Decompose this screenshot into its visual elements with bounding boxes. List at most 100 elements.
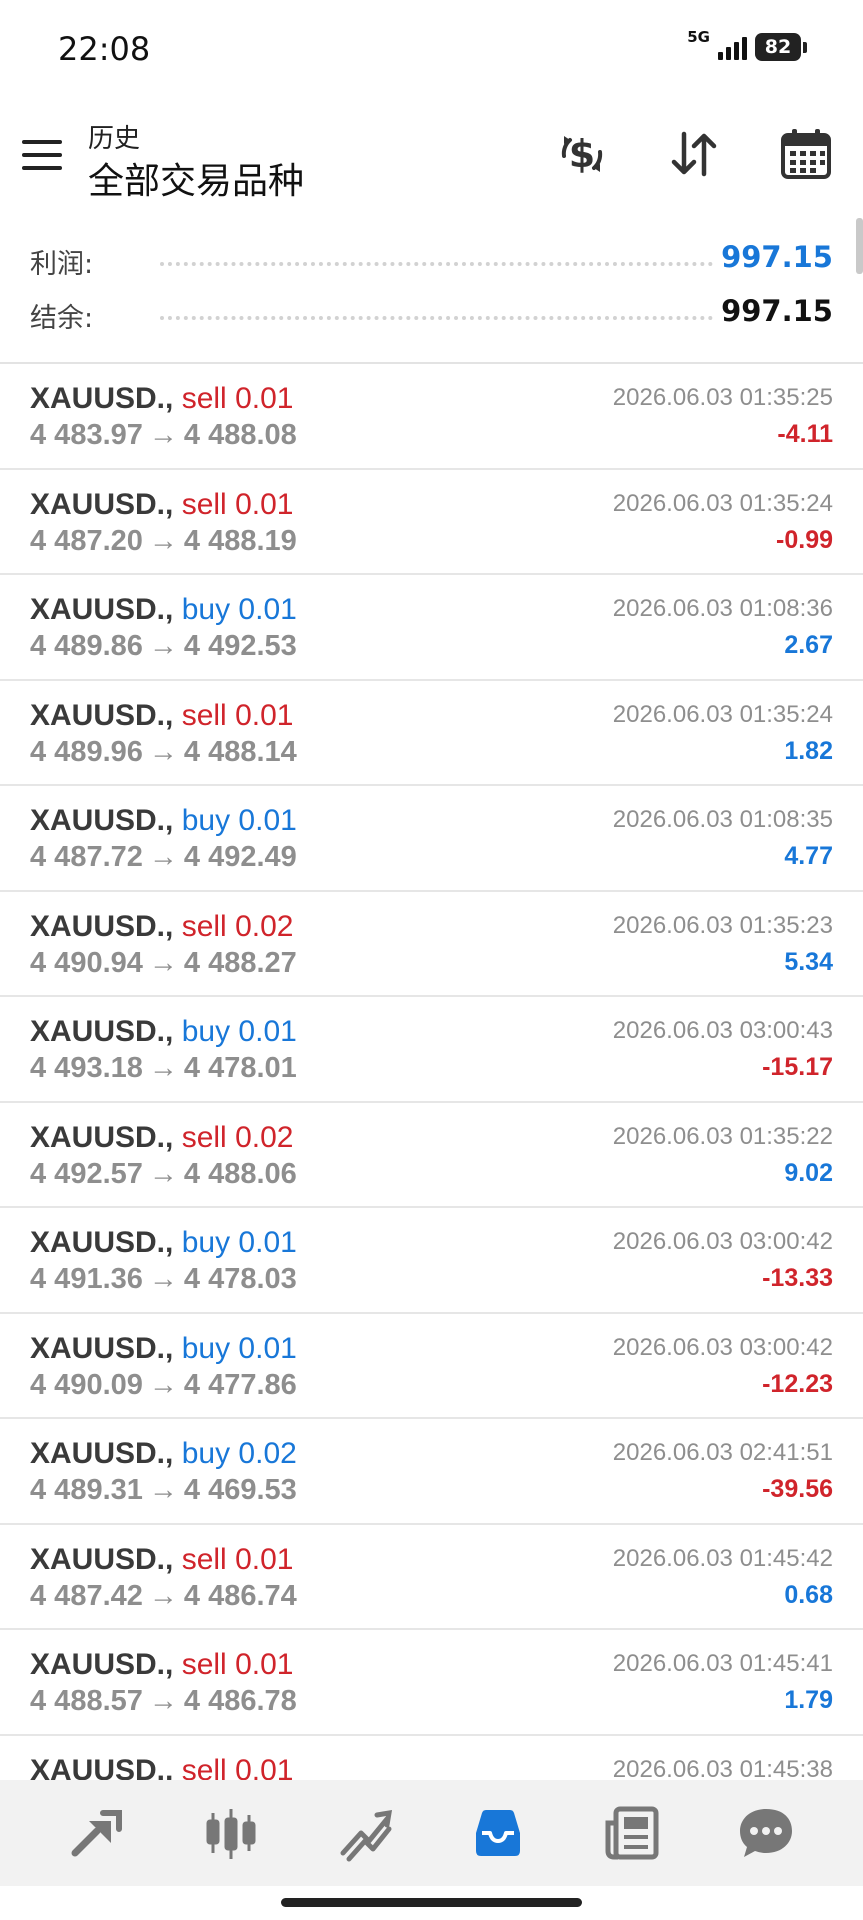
trade-row[interactable]: XAUUSD., buy 0.01 4 487.72 → 4 492.49 2026.0… (0, 786, 863, 892)
currency-exchange-icon[interactable]: $ (552, 124, 612, 184)
trade-history-list[interactable]: XAUUSD., sell 0.01 4 483.97 → 4 488.08 2026.… (0, 364, 863, 1780)
open-price: 4 483.97 (30, 419, 143, 451)
trade-time: 2026.06.03 01:35:24 (612, 489, 833, 517)
home-indicator[interactable] (281, 1898, 582, 1907)
trade-direction: buy (181, 1437, 231, 1470)
sort-icon[interactable] (664, 124, 724, 184)
trade-time: 2026.06.03 01:35:24 (612, 700, 833, 728)
candlestick-icon (206, 1809, 256, 1859)
chart-lines-icon (340, 1809, 392, 1862)
trade-volume: 0.01 (238, 1226, 297, 1259)
open-price: 4 489.96 (30, 735, 143, 768)
trade-row[interactable]: XAUUSD., sell 0.02 4 492.57 → 4 488.06 2026.… (0, 1103, 863, 1208)
arrow-right-icon: → (148, 1052, 178, 1084)
close-price: 4 478.03 (183, 1263, 297, 1295)
trade-time: 2026.06.03 03:00:42 (612, 1333, 833, 1361)
news-icon (605, 1806, 659, 1860)
trade-row[interactable]: XAUUSD., buy 0.01 4 489.86 → 4 492.53 2026.0… (0, 575, 863, 681)
trade-profit: -13.33 (762, 1264, 833, 1292)
app-bar: 历史 全部交易品种 $ (0, 108, 863, 208)
trade-row[interactable]: XAUUSD., sell 0.01 4 487.42 → 4 486.74 2026.… (0, 1525, 863, 1630)
trade-profit: -12.23 (762, 1369, 833, 1398)
close-price: 4 477.86 (183, 1368, 297, 1401)
trade-symbol: XAUUSD., sell 0.01 (30, 382, 293, 416)
trade-time: 2026.06.03 02:41:51 (612, 1439, 833, 1466)
trade-direction: sell (181, 1542, 227, 1576)
trade-time: 2026.06.03 03:00:43 (612, 1017, 833, 1044)
trade-row[interactable]: XAUUSD., buy 0.01 4 493.18 → 4 478.01 2026.0… (0, 997, 863, 1103)
trade-row[interactable]: XAUUSD., buy 0.01 4 491.36 → 4 478.03 2026.0… (0, 1208, 863, 1314)
close-price: 4 492.53 (183, 630, 297, 662)
trade-profit: 5.34 (784, 947, 833, 976)
balance-value: 997.15 (721, 294, 833, 328)
trade-profit: 4.77 (784, 842, 833, 870)
trade-row[interactable]: XAUUSD., sell 0.01 2026.06.03 01:45:38 (0, 1736, 863, 1781)
trade-volume: 0.01 (235, 1648, 294, 1681)
arrow-right-icon: → (148, 946, 178, 979)
nav-quotes[interactable] (186, 1788, 276, 1878)
trade-direction: buy (181, 1331, 231, 1365)
trade-row[interactable]: XAUUSD., sell 0.01 4 483.97 → 4 488.08 2026.… (0, 364, 863, 470)
calendar-icon[interactable] (776, 124, 836, 184)
trade-time: 2026.06.03 01:35:23 (612, 911, 833, 939)
trade-volume: 0.02 (235, 1120, 294, 1154)
trade-profit: -0.99 (776, 525, 833, 554)
trade-symbol: XAUUSD., sell 0.01 (30, 1754, 293, 1781)
open-price: 4 493.18 (30, 1052, 143, 1084)
trade-volume: 0.01 (235, 698, 294, 732)
nav-trade[interactable] (52, 1788, 142, 1878)
symbol-name: XAUUSD., (30, 1120, 174, 1154)
balance-row: 结余: 997.15 (0, 286, 863, 340)
trade-row[interactable]: XAUUSD., buy 0.01 4 490.09 → 4 477.86 2026.0… (0, 1314, 863, 1419)
trade-symbol: XAUUSD., sell 0.02 (30, 910, 293, 944)
trade-volume: 0.01 (235, 487, 294, 521)
open-price: 4 490.94 (30, 946, 143, 979)
trade-prices: 4 490.09 → 4 477.86 (30, 1369, 297, 1402)
trade-direction: sell (181, 487, 227, 521)
symbol-name: XAUUSD., (30, 804, 174, 837)
trade-prices: 4 490.94 → 4 488.27 (30, 947, 297, 980)
symbol-name: XAUUSD., (30, 1437, 174, 1470)
dotted-leader (160, 316, 713, 320)
nav-messages[interactable] (721, 1788, 811, 1878)
arrow-right-icon: → (148, 1579, 178, 1612)
trade-prices: 4 489.96 → 4 488.14 (30, 736, 297, 769)
open-price: 4 491.36 (30, 1263, 143, 1295)
trade-time: 2026.06.03 01:08:36 (612, 595, 833, 622)
menu-icon[interactable] (22, 140, 62, 170)
trade-profit: 9.02 (784, 1158, 833, 1187)
symbol-name: XAUUSD., (30, 698, 174, 732)
open-price: 4 487.42 (30, 1579, 143, 1612)
summary-panel: 利润: 997.15 结余: 997.15 (0, 232, 863, 340)
close-price: 4 488.27 (183, 946, 297, 979)
trade-time: 2026.06.03 01:45:42 (612, 1544, 833, 1572)
trade-row[interactable]: XAUUSD., buy 0.02 4 489.31 → 4 469.53 2026.0… (0, 1419, 863, 1525)
battery-level: 82 (755, 33, 801, 61)
close-price: 4 488.06 (183, 1157, 297, 1190)
symbol-name: XAUUSD., (30, 1331, 174, 1365)
trade-direction: buy (181, 804, 231, 837)
profit-value: 997.15 (721, 240, 833, 274)
page-title[interactable]: 全部交易品种 (88, 152, 304, 204)
trade-row[interactable]: XAUUSD., sell 0.02 4 490.94 → 4 488.27 2026.… (0, 892, 863, 997)
trade-volume: 0.02 (238, 1437, 297, 1470)
trade-volume: 0.01 (238, 804, 297, 837)
trade-symbol: XAUUSD., sell 0.02 (30, 1121, 293, 1155)
trade-direction: sell (181, 1648, 227, 1681)
nav-chart[interactable] (320, 1788, 410, 1878)
trade-row[interactable]: XAUUSD., sell 0.01 4 489.96 → 4 488.14 2026.… (0, 681, 863, 786)
scrollbar[interactable] (856, 218, 863, 274)
trade-time: 2026.06.03 01:45:38 (612, 1755, 833, 1781)
profit-label: 利润: (30, 249, 94, 280)
trade-symbol: XAUUSD., buy 0.02 (30, 1437, 297, 1471)
trade-time: 2026.06.03 01:35:22 (612, 1122, 833, 1150)
trade-row[interactable]: XAUUSD., sell 0.01 4 487.20 → 4 488.19 2026.… (0, 470, 863, 575)
trade-symbol: XAUUSD., buy 0.01 (30, 1226, 297, 1260)
trade-profit: 1.79 (784, 1686, 833, 1714)
symbol-name: XAUUSD., (30, 487, 174, 521)
trade-prices: 4 487.42 → 4 486.74 (30, 1580, 297, 1613)
trade-row[interactable]: XAUUSD., sell 0.01 4 488.57 → 4 486.78 2026.… (0, 1630, 863, 1736)
nav-news[interactable] (587, 1788, 677, 1878)
trade-volume: 0.01 (235, 1753, 294, 1781)
nav-history[interactable] (453, 1788, 543, 1878)
